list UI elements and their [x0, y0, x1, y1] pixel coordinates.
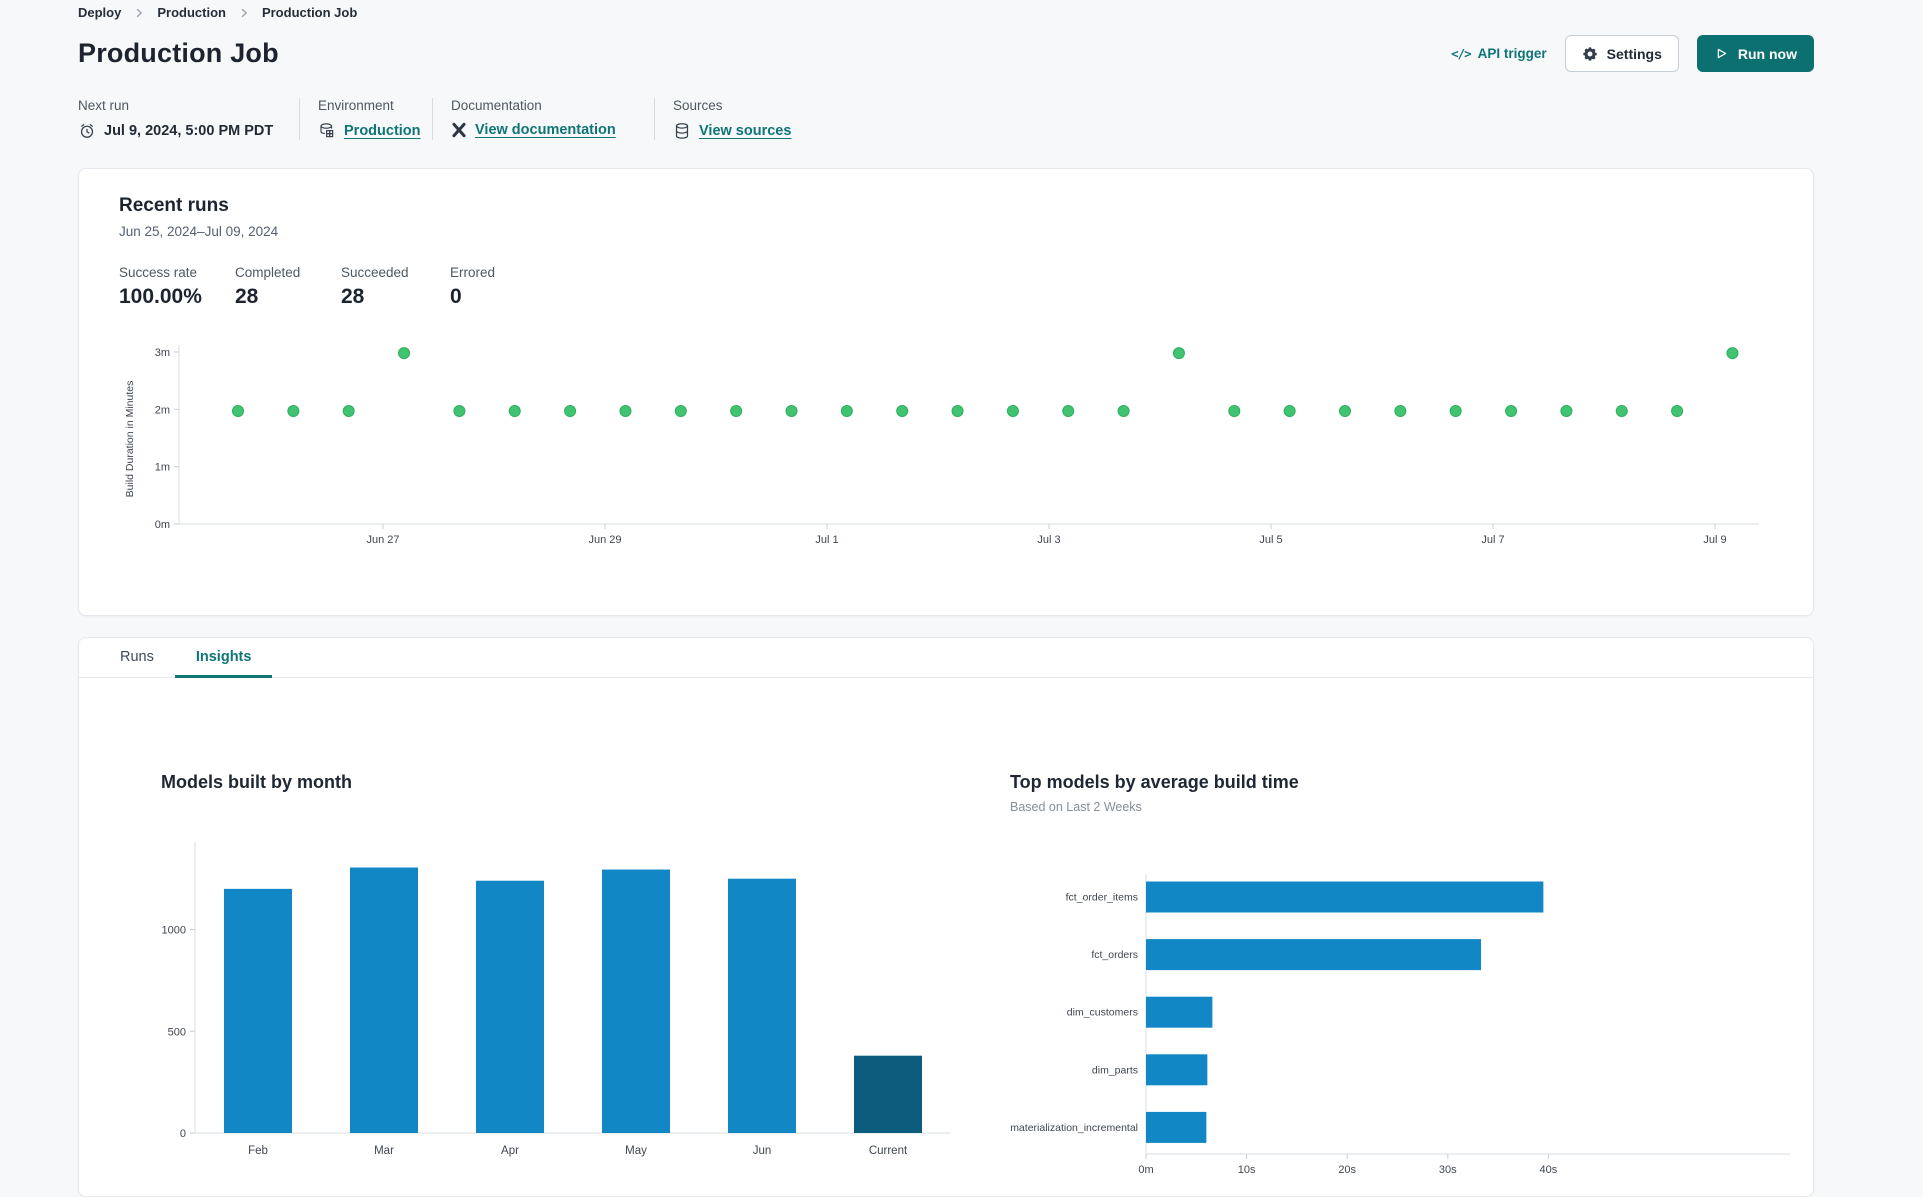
- tab-bar: Runs Insights: [79, 638, 1813, 678]
- svg-text:2m: 2m: [155, 404, 170, 416]
- view-sources-link[interactable]: View sources: [699, 123, 791, 139]
- stat-succeeded: Succeeded 28: [341, 265, 409, 308]
- svg-text:20s: 20s: [1338, 1164, 1356, 1176]
- environment-label: Environment: [318, 98, 394, 113]
- meta-next-run: Next run Jul 9, 2024, 5:00 PM PDT: [78, 98, 299, 140]
- run-stats-row: Success rate 100.00% Completed 28 Succee…: [119, 265, 1773, 309]
- breadcrumb-production[interactable]: Production: [157, 5, 226, 20]
- breadcrumb-deploy[interactable]: Deploy: [78, 5, 121, 20]
- svg-text:Jun 29: Jun 29: [588, 534, 621, 546]
- meta-sources: Sources View sources: [654, 98, 815, 140]
- header-actions: </> API trigger Settings Run now: [1451, 35, 1814, 72]
- svg-text:materialization_incremental: materialization_incremental: [1010, 1122, 1138, 1134]
- svg-text:Mar: Mar: [374, 1145, 394, 1157]
- models-by-month-bar-svg: 0 500 1000 Feb Mar Apr May Jun Current: [162, 842, 951, 1157]
- database-icon: [673, 122, 691, 140]
- meta-documentation: Documentation View documentation: [432, 98, 654, 140]
- environment-database-icon: [318, 122, 336, 140]
- alarm-clock-icon: [78, 122, 96, 140]
- svg-text:Jul 9: Jul 9: [1703, 534, 1726, 546]
- svg-text:30s: 30s: [1439, 1164, 1457, 1176]
- sources-label: Sources: [673, 98, 723, 113]
- top-models-subtitle: Based on Last 2 Weeks: [1010, 800, 1142, 814]
- svg-text:0m: 0m: [155, 519, 170, 531]
- stat-success-rate: Success rate 100.00%: [119, 265, 202, 308]
- svg-text:0: 0: [180, 1128, 186, 1140]
- next-run-label: Next run: [78, 98, 130, 113]
- svg-text:1m: 1m: [155, 462, 170, 474]
- next-run-value: Jul 9, 2024, 5:00 PM PDT: [104, 123, 274, 139]
- content: Deploy Production Production Job Product…: [78, 0, 1814, 1197]
- svg-text:fct_orders: fct_orders: [1091, 949, 1138, 961]
- svg-text:Feb: Feb: [248, 1145, 268, 1157]
- dbt-logo-icon: [451, 122, 467, 138]
- environment-link[interactable]: Production: [344, 123, 421, 139]
- run-now-label: Run now: [1737, 45, 1797, 62]
- view-documentation-link[interactable]: View documentation: [475, 122, 616, 138]
- svg-text:0m: 0m: [1138, 1164, 1153, 1176]
- recent-runs-card: Recent runs Jun 25, 2024–Jul 09, 2024 Su…: [78, 168, 1814, 616]
- gear-icon: [1582, 46, 1598, 62]
- svg-text:Jul 5: Jul 5: [1259, 534, 1282, 546]
- svg-text:Jun: Jun: [753, 1145, 772, 1157]
- settings-label: Settings: [1606, 45, 1662, 62]
- title-row: Production Job </> API trigger Settings: [78, 35, 1814, 72]
- build-duration-chart: 0m 1m 2m 3m Jun 27 Jun 29 Jul 1 Jul 3 Jul 5 Jul 7…: [119, 339, 1773, 556]
- recent-runs-title: Recent runs: [119, 195, 229, 216]
- job-meta-row: Next run Jul 9, 2024, 5:00 PM PDT Enviro…: [78, 98, 1814, 140]
- production-job-page: Deploy Production Production Job Product…: [0, 0, 1923, 1197]
- svg-text:40s: 40s: [1540, 1164, 1558, 1176]
- top-models-title: Top models by average build time: [1010, 772, 1299, 792]
- run-now-button[interactable]: Run now: [1696, 35, 1814, 72]
- play-icon: [1714, 46, 1729, 61]
- stat-errored: Errored 0: [450, 265, 496, 308]
- svg-text:Current: Current: [869, 1145, 908, 1157]
- chevron-right-icon: [238, 7, 250, 19]
- breadcrumb-production-job: Production Job: [261, 5, 358, 20]
- chevron-right-icon: [133, 7, 145, 19]
- top-models-hbar-svg: 0m 10s 20s 30s 40s fct_order_items fct_ordersd…: [1010, 874, 1790, 1176]
- runs-insights-card: Runs Insights Models built by month 0 500…: [78, 637, 1814, 1197]
- svg-text:500: 500: [168, 1026, 186, 1038]
- svg-text:Jul 7: Jul 7: [1481, 534, 1504, 546]
- code-brackets-icon: </>: [1451, 46, 1472, 61]
- tab-runs[interactable]: Runs: [99, 638, 175, 678]
- svg-text:Build Duration in Minutes: Build Duration in Minutes: [124, 381, 136, 498]
- svg-text:fct_order_items: fct_order_items: [1066, 892, 1138, 904]
- svg-text:Jul 3: Jul 3: [1037, 534, 1060, 546]
- build-duration-scatter-svg: 0m 1m 2m 3m Jun 27 Jun 29 Jul 1 Jul 3 Jul 5 Jul 7…: [124, 345, 1759, 546]
- svg-text:dim_customers: dim_customers: [1067, 1007, 1138, 1019]
- svg-text:dim_parts: dim_parts: [1092, 1064, 1138, 1076]
- svg-text:Jul 1: Jul 1: [815, 534, 838, 546]
- api-trigger-label: API trigger: [1477, 46, 1547, 61]
- breadcrumb: Deploy Production Production Job: [78, 0, 1814, 20]
- svg-text:1000: 1000: [162, 925, 186, 937]
- stat-completed: Completed 28: [235, 265, 301, 308]
- meta-environment: Environment Production: [299, 98, 432, 140]
- page-title: Production Job: [78, 38, 279, 68]
- svg-text:3m: 3m: [155, 347, 170, 359]
- documentation-label: Documentation: [451, 98, 542, 113]
- svg-text:Apr: Apr: [501, 1145, 519, 1157]
- insights-panel: Models built by month 0 500 1000 Feb Mar Apr M…: [79, 678, 1813, 1196]
- svg-text:May: May: [625, 1145, 647, 1157]
- svg-text:10s: 10s: [1238, 1164, 1256, 1176]
- recent-runs-date-range: Jun 25, 2024–Jul 09, 2024: [119, 224, 279, 239]
- svg-text:Jun 27: Jun 27: [366, 534, 399, 546]
- settings-button[interactable]: Settings: [1564, 35, 1679, 72]
- api-trigger-link[interactable]: </> API trigger: [1451, 46, 1547, 61]
- models-by-month-title: Models built by month: [161, 772, 352, 792]
- tab-insights[interactable]: Insights: [174, 638, 273, 678]
